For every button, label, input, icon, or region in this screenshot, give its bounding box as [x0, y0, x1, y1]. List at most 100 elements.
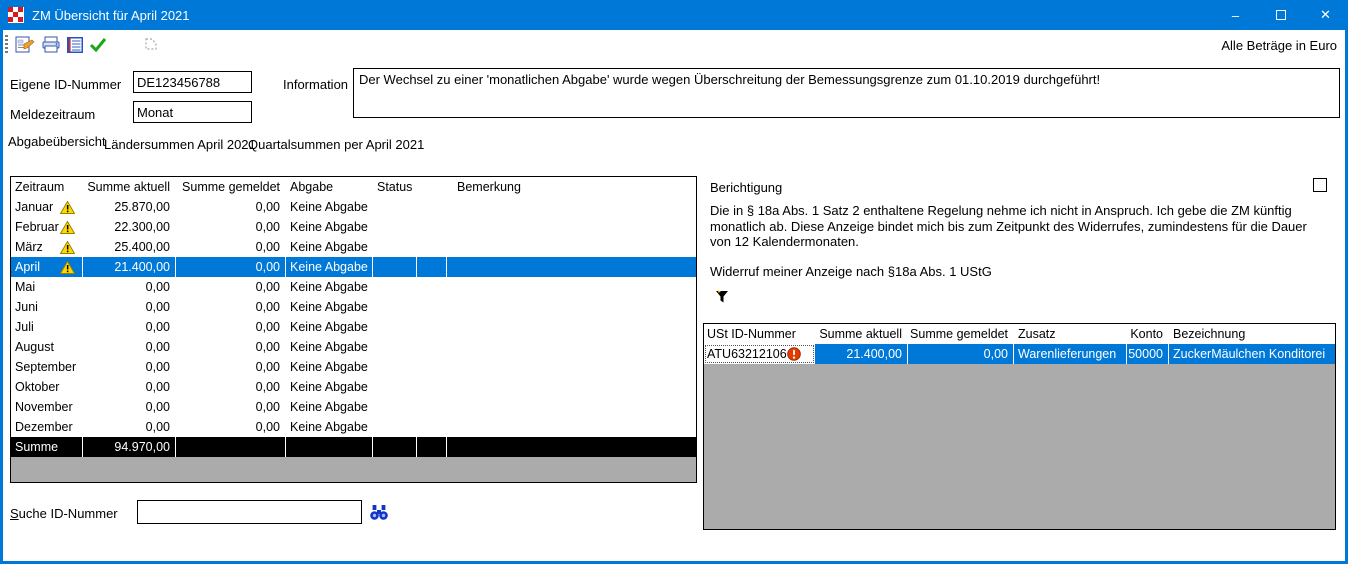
status-cell — [373, 417, 417, 437]
table-row[interactable]: Januar 25.870,00 0,00 Keine Abgabe — [11, 197, 696, 217]
binoculars-icon — [369, 504, 389, 521]
column-header: Bezeichnung — [1169, 324, 1335, 344]
table-row[interactable]: Juli 0,00 0,00 Keine Abgabe — [11, 317, 696, 337]
summe-gemeldet-cell: 0,00 — [176, 417, 286, 437]
table-header-row: Zeitraum Summe aktuell Summe gemeldet Ab… — [11, 177, 696, 197]
berichtigung-checkbox[interactable] — [1313, 178, 1327, 192]
summe-gemeldet-cell: 0,00 — [176, 197, 286, 217]
confirm-button[interactable] — [87, 34, 109, 56]
summe-gemeldet-cell: 0,00 — [176, 337, 286, 357]
tab-laendersummen[interactable]: Ländersummen April 2021 — [104, 137, 256, 152]
table-row[interactable]: Juni 0,00 0,00 Keine Abgabe — [11, 297, 696, 317]
month-label: Juni — [15, 297, 38, 317]
berichtigung-label: Berichtigung — [710, 180, 782, 195]
search-label: Suche ID-Nummer — [10, 506, 118, 521]
summe-aktuell-cell: 0,00 — [83, 357, 176, 377]
tab-quartalsummen[interactable]: Quartalsummen per April 2021 — [248, 137, 424, 152]
table-row[interactable]: September 0,00 0,00 Keine Abgabe — [11, 357, 696, 377]
summe-gemeldet-cell: 0,00 — [176, 397, 286, 417]
warning-icon — [60, 241, 75, 254]
information-label: Information — [283, 77, 348, 92]
form-icon — [15, 36, 35, 54]
column-header: Status — [373, 177, 417, 197]
bemerkung-cell — [447, 337, 696, 357]
column-header: Summe aktuell — [815, 324, 908, 344]
month-label: August — [15, 337, 54, 357]
table-row[interactable]: Oktober 0,00 0,00 Keine Abgabe — [11, 377, 696, 397]
extra-cell — [417, 397, 447, 417]
list-icon — [66, 36, 84, 54]
bemerkung-cell — [447, 397, 696, 417]
month-label: Juli — [15, 317, 34, 337]
ust-id-cell[interactable]: ATU63212106 — [704, 344, 815, 364]
month-label: Oktober — [15, 377, 59, 397]
app-icon — [8, 7, 24, 23]
check-icon — [89, 37, 107, 53]
extra-cell — [417, 377, 447, 397]
berichtigung-text: Die in § 18a Abs. 1 Satz 2 enthaltene Re… — [710, 203, 1328, 250]
abgabe-cell: Keine Abgabe — [286, 337, 373, 357]
print-button[interactable] — [40, 34, 62, 56]
summe-aktuell-cell: 0,00 — [83, 337, 176, 357]
search-input[interactable] — [137, 500, 362, 524]
search-button[interactable] — [368, 502, 390, 522]
column-header: USt ID-Nummer — [704, 324, 815, 344]
table-row[interactable]: Mai 0,00 0,00 Keine Abgabe — [11, 277, 696, 297]
konto-cell: 50000 — [1127, 344, 1169, 364]
extra-cell — [417, 337, 447, 357]
ust-id-table: USt ID-Nummer Summe aktuell Summe gemeld… — [703, 323, 1336, 530]
summe-aktuell-cell: 25.870,00 — [83, 197, 176, 217]
report-list-button[interactable] — [64, 34, 86, 56]
table-row[interactable]: November 0,00 0,00 Keine Abgabe — [11, 397, 696, 417]
meldezeitraum-input[interactable] — [133, 101, 252, 123]
summe-aktuell-cell: 22.300,00 — [83, 217, 176, 237]
maximize-button[interactable] — [1258, 0, 1303, 30]
window-border-left — [0, 0, 3, 564]
month-label: Dezember — [15, 417, 73, 437]
table-row[interactable]: Februar 22.300,00 0,00 Keine Abgabe — [11, 217, 696, 237]
month-label: November — [15, 397, 73, 417]
amounts-note: Alle Beträge in Euro — [1221, 38, 1337, 53]
extra-cell — [417, 277, 447, 297]
alert-icon — [787, 347, 801, 361]
extra-cell — [417, 357, 447, 377]
column-header: Bemerkung — [447, 177, 696, 197]
summe-aktuell-cell: 0,00 — [83, 397, 176, 417]
table-row[interactable]: Dezember 0,00 0,00 Keine Abgabe — [11, 417, 696, 437]
bemerkung-cell — [447, 237, 696, 257]
eigene-id-input[interactable] — [133, 71, 252, 93]
month-label: Januar — [15, 197, 53, 217]
summe-gemeldet-cell: 0,00 — [176, 317, 286, 337]
status-cell — [373, 317, 417, 337]
abgabe-cell: Keine Abgabe — [286, 217, 373, 237]
warning-icon — [60, 221, 75, 234]
status-cell — [373, 217, 417, 237]
toolbar-grip[interactable] — [5, 35, 8, 55]
summe-gemeldet-cell: 0,00 — [176, 297, 286, 317]
widerruf-text: Widerruf meiner Anzeige nach §18a Abs. 1… — [710, 264, 992, 279]
table-row-selected[interactable]: April 21.400,00 0,00 Keine Abgabe — [11, 257, 696, 277]
filter-button[interactable] — [713, 287, 731, 305]
close-button[interactable]: ✕ — [1303, 0, 1348, 30]
app-window: ZM Übersicht für April 2021 – ✕ — [0, 0, 1348, 564]
bemerkung-cell — [447, 277, 696, 297]
tab-abgabeuebersicht[interactable]: Abgabeübersicht — [8, 134, 106, 149]
status-cell — [373, 257, 417, 277]
bezeichnung-cell: ZuckerMäulchen Konditorei — [1169, 344, 1335, 364]
status-cell — [373, 337, 417, 357]
window-title: ZM Übersicht für April 2021 — [32, 8, 190, 23]
table-row[interactable]: März 25.400,00 0,00 Keine Abgabe — [11, 237, 696, 257]
month-label: September — [15, 357, 76, 377]
table-header-row: USt ID-Nummer Summe aktuell Summe gemeld… — [704, 324, 1335, 344]
minimize-button[interactable]: – — [1213, 0, 1258, 30]
status-cell — [373, 277, 417, 297]
edit-form-button[interactable] — [14, 34, 36, 56]
summe-gemeldet-cell: 0,00 — [176, 357, 286, 377]
titlebar: ZM Übersicht für April 2021 – ✕ — [0, 0, 1348, 30]
table-row[interactable]: August 0,00 0,00 Keine Abgabe — [11, 337, 696, 357]
toolbar: Alle Beträge in Euro — [3, 30, 1345, 60]
column-header: Konto — [1127, 324, 1169, 344]
summe-gemeldet-cell: 0,00 — [176, 217, 286, 237]
table-row-selected[interactable]: ATU63212106 21.400,00 0,00 Warenlieferun… — [704, 344, 1335, 364]
warning-icon — [60, 261, 75, 274]
